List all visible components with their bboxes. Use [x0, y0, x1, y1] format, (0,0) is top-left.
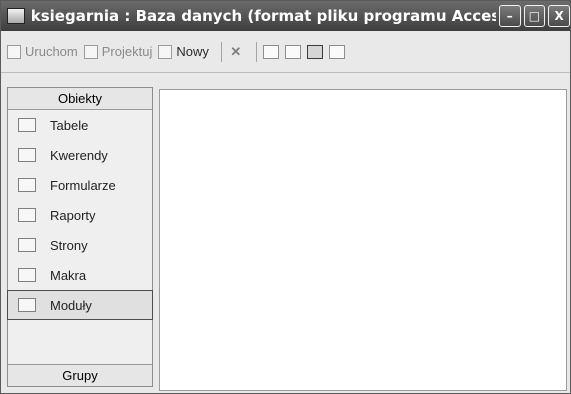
- toolbar-separator: [255, 41, 257, 62]
- toolbar-separator: [220, 41, 222, 62]
- uruchom-label: Uruchom: [25, 44, 78, 59]
- delete-button[interactable]: ✕: [228, 44, 244, 60]
- small-icons-view-icon[interactable]: [284, 44, 301, 59]
- page-icon: [18, 238, 36, 252]
- object-label: Moduły: [50, 297, 92, 313]
- object-label: Kwerendy: [50, 147, 108, 163]
- object-item-strony[interactable]: Strony: [8, 230, 152, 260]
- report-icon: [18, 208, 36, 222]
- objects-list-area[interactable]: [159, 89, 567, 391]
- object-item-formularze[interactable]: Formularze: [8, 170, 152, 200]
- module-icon: [18, 298, 36, 312]
- query-icon: [18, 148, 36, 162]
- object-label: Strony: [50, 237, 88, 253]
- title-bar[interactable]: ksiegarnia : Baza danych (format pliku p…: [1, 1, 570, 31]
- run-icon: [7, 44, 21, 59]
- new-icon: [158, 44, 173, 59]
- close-button[interactable]: X: [548, 5, 570, 27]
- macro-icon: [18, 268, 36, 282]
- uruchom-button[interactable]: Uruchom: [7, 44, 78, 59]
- projektuj-button[interactable]: Projektuj: [83, 44, 153, 59]
- object-item-tabele[interactable]: Tabele: [8, 110, 152, 140]
- object-item-raporty[interactable]: Raporty: [8, 200, 152, 230]
- window-title: ksiegarnia : Baza danych (format pliku p…: [30, 7, 496, 25]
- nowy-button[interactable]: Nowy: [158, 44, 209, 59]
- database-icon: [7, 8, 25, 24]
- object-item-kwerendy[interactable]: Kwerendy: [8, 140, 152, 170]
- main-area: Obiekty Tabele Kwerendy Formularze Rapor…: [1, 73, 570, 393]
- object-label: Makra: [50, 267, 87, 283]
- toolbar: Uruchom Projektuj Nowy ✕: [1, 31, 570, 73]
- objects-panel: Obiekty Tabele Kwerendy Formularze Rapor…: [7, 87, 153, 387]
- projektuj-label: Projektuj: [101, 44, 153, 59]
- details-view-icon[interactable]: [328, 44, 345, 59]
- design-icon: [83, 44, 98, 59]
- object-label: Raporty: [50, 207, 96, 223]
- minimize-button[interactable]: –: [498, 5, 521, 27]
- groups-header[interactable]: Grupy: [8, 364, 152, 386]
- database-window: ksiegarnia : Baza danych (format pliku p…: [0, 0, 571, 394]
- list-view-icon[interactable]: [306, 44, 323, 59]
- table-icon: [18, 118, 36, 132]
- object-item-makra[interactable]: Makra: [8, 260, 152, 290]
- nowy-label: Nowy: [176, 44, 209, 59]
- object-item-moduly[interactable]: Moduły: [7, 290, 153, 320]
- object-label: Formularze: [50, 177, 116, 193]
- form-icon: [18, 178, 36, 192]
- large-icons-view-icon[interactable]: [262, 44, 279, 59]
- object-label: Tabele: [50, 117, 89, 133]
- maximize-button[interactable]: □: [523, 5, 546, 27]
- objects-header[interactable]: Obiekty: [8, 88, 152, 110]
